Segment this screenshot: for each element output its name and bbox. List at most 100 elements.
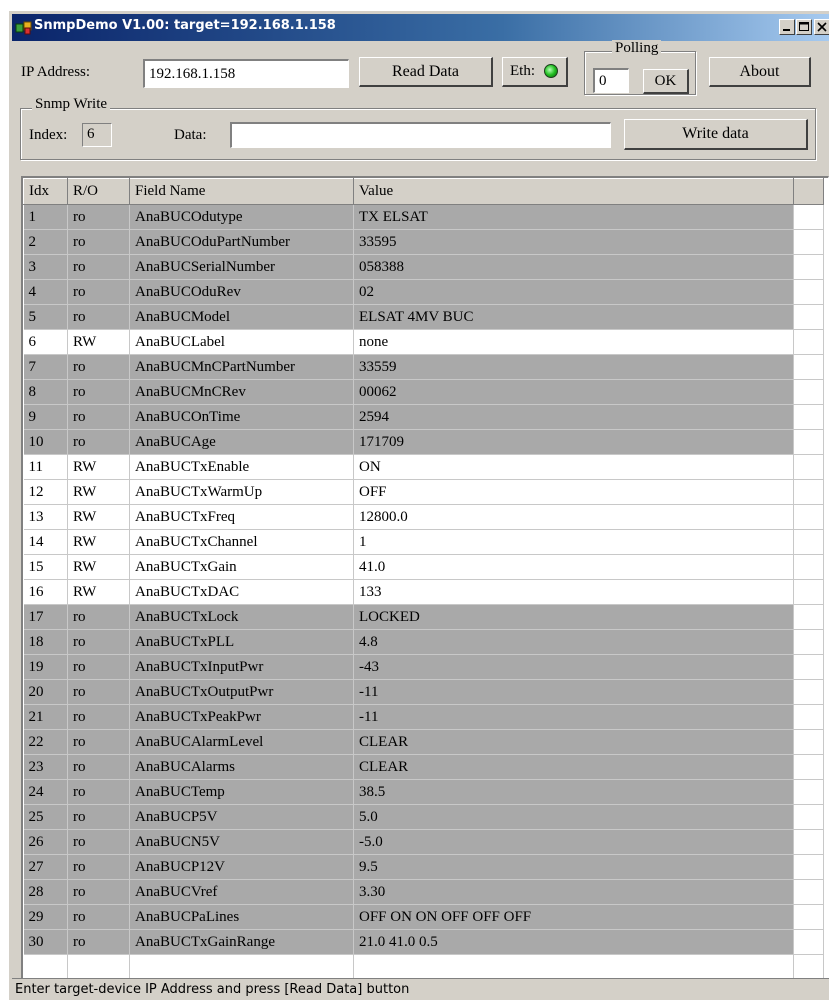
table-row[interactable]: 1 ro AnaBUCOdutype TX ELSAT [23, 204, 824, 230]
cell-value[interactable]: CLEAR [353, 729, 794, 755]
cell-field-name[interactable]: AnaBUCN5V [129, 829, 354, 855]
cell-idx[interactable]: 3 [23, 254, 68, 280]
table-row[interactable]: 9 ro AnaBUCOnTime 2594 [23, 404, 824, 430]
table-row[interactable]: 18 ro AnaBUCTxPLL 4.8 [23, 629, 824, 655]
cell-idx[interactable]: 15 [23, 554, 68, 580]
cell-value[interactable]: -11 [353, 704, 794, 730]
cell-field-name[interactable]: AnaBUCOdutype [129, 204, 354, 230]
cell-value[interactable]: LOCKED [353, 604, 794, 630]
cell-value[interactable]: 5.0 [353, 804, 794, 830]
cell-field-name[interactable]: AnaBUCTxInputPwr [129, 654, 354, 680]
cell-value[interactable]: 9.5 [353, 854, 794, 880]
cell-value[interactable]: 02 [353, 279, 794, 305]
cell-access[interactable]: ro [67, 604, 130, 630]
table-row[interactable]: 25 ro AnaBUCP5V 5.0 [23, 804, 824, 830]
cell-field-name[interactable]: AnaBUCSerialNumber [129, 254, 354, 280]
cell-value[interactable]: ELSAT 4MV BUC [353, 304, 794, 330]
cell-idx[interactable]: 29 [23, 904, 68, 930]
table-row[interactable]: 12 RW AnaBUCTxWarmUp OFF [23, 479, 824, 505]
cell-value[interactable]: OFF ON ON OFF OFF OFF [353, 904, 794, 930]
cell-value[interactable]: 33595 [353, 229, 794, 255]
cell-value[interactable]: -11 [353, 679, 794, 705]
table-row[interactable]: 14 RW AnaBUCTxChannel 1 [23, 529, 824, 555]
cell-idx[interactable]: 7 [23, 354, 68, 380]
cell-access[interactable]: ro [67, 279, 130, 305]
cell-field-name[interactable]: AnaBUCModel [129, 304, 354, 330]
cell-idx[interactable]: 28 [23, 879, 68, 905]
table-row[interactable]: 7 ro AnaBUCMnCPartNumber 33559 [23, 354, 824, 380]
cell-access[interactable]: RW [67, 329, 130, 355]
cell-access[interactable]: ro [67, 829, 130, 855]
cell-access[interactable]: ro [67, 379, 130, 405]
polling-ok-button[interactable]: OK [643, 69, 689, 94]
cell-value[interactable]: ON [353, 454, 794, 480]
cell-access[interactable]: ro [67, 429, 130, 455]
table-row[interactable]: 16 RW AnaBUCTxDAC 133 [23, 579, 824, 605]
cell-value[interactable]: 058388 [353, 254, 794, 280]
cell-idx[interactable]: 13 [23, 504, 68, 530]
cell-value[interactable]: -43 [353, 654, 794, 680]
data-grid[interactable]: Idx R/O Field Name Value 1 ro AnaBUCOdutyp… [21, 176, 829, 979]
cell-field-name[interactable]: AnaBUCP12V [129, 854, 354, 880]
cell-idx[interactable]: 16 [23, 579, 68, 605]
cell-field-name[interactable]: AnaBUCTxDAC [129, 579, 354, 605]
cell-field-name[interactable]: AnaBUCMnCPartNumber [129, 354, 354, 380]
cell-field-name[interactable]: AnaBUCTxLock [129, 604, 354, 630]
cell-field-name[interactable]: AnaBUCVref [129, 879, 354, 905]
cell-idx[interactable]: 9 [23, 404, 68, 430]
cell-access[interactable]: RW [67, 579, 130, 605]
cell-idx[interactable]: 19 [23, 654, 68, 680]
cell-access[interactable]: RW [67, 529, 130, 555]
cell-value[interactable]: 133 [353, 579, 794, 605]
cell-idx[interactable]: 18 [23, 629, 68, 655]
column-header-ro[interactable]: R/O [67, 178, 130, 205]
cell-access[interactable]: ro [67, 879, 130, 905]
cell-value[interactable]: -5.0 [353, 829, 794, 855]
table-row[interactable]: 24 ro AnaBUCTemp 38.5 [23, 779, 824, 805]
column-header-value[interactable]: Value [353, 178, 794, 205]
cell-idx[interactable]: 30 [23, 929, 68, 955]
cell-field-name[interactable]: AnaBUCTemp [129, 779, 354, 805]
table-row[interactable]: 26 ro AnaBUCN5V -5.0 [23, 829, 824, 855]
cell-field-name[interactable]: AnaBUCOduRev [129, 279, 354, 305]
cell-idx[interactable]: 4 [23, 279, 68, 305]
cell-idx[interactable]: 5 [23, 304, 68, 330]
cell-access[interactable]: ro [67, 729, 130, 755]
table-row[interactable]: 22 ro AnaBUCAlarmLevel CLEAR [23, 729, 824, 755]
read-data-button[interactable]: Read Data [359, 57, 493, 87]
cell-value[interactable]: 00062 [353, 379, 794, 405]
cell-access[interactable]: ro [67, 254, 130, 280]
cell-access[interactable]: ro [67, 704, 130, 730]
table-row[interactable]: 29 ro AnaBUCPaLines OFF ON ON OFF OFF OFF [23, 904, 824, 930]
cell-access[interactable]: ro [67, 754, 130, 780]
cell-access[interactable]: ro [67, 779, 130, 805]
table-row[interactable]: 10 ro AnaBUCAge 171709 [23, 429, 824, 455]
table-row[interactable]: 17 ro AnaBUCTxLock LOCKED [23, 604, 824, 630]
cell-access[interactable]: ro [67, 204, 130, 230]
cell-idx[interactable]: 24 [23, 779, 68, 805]
cell-field-name[interactable]: AnaBUCTxEnable [129, 454, 354, 480]
cell-field-name[interactable]: AnaBUCAge [129, 429, 354, 455]
cell-idx[interactable]: 8 [23, 379, 68, 405]
cell-access[interactable]: RW [67, 504, 130, 530]
column-header-idx[interactable]: Idx [23, 178, 68, 205]
cell-field-name[interactable]: AnaBUCOnTime [129, 404, 354, 430]
cell-access[interactable]: ro [67, 679, 130, 705]
polling-interval-input[interactable] [593, 68, 629, 93]
cell-field-name[interactable]: AnaBUCTxFreq [129, 504, 354, 530]
cell-field-name[interactable]: AnaBUCTxGainRange [129, 929, 354, 955]
table-row[interactable]: 8 ro AnaBUCMnCRev 00062 [23, 379, 824, 405]
cell-idx[interactable]: 23 [23, 754, 68, 780]
cell-access[interactable]: ro [67, 804, 130, 830]
table-row[interactable]: 27 ro AnaBUCP12V 9.5 [23, 854, 824, 880]
table-row[interactable]: 11 RW AnaBUCTxEnable ON [23, 454, 824, 480]
table-row[interactable]: 20 ro AnaBUCTxOutputPwr -11 [23, 679, 824, 705]
cell-access[interactable]: ro [67, 904, 130, 930]
cell-field-name[interactable]: AnaBUCOduPartNumber [129, 229, 354, 255]
cell-idx[interactable]: 21 [23, 704, 68, 730]
table-row[interactable]: 6 RW AnaBUCLabel none [23, 329, 824, 355]
cell-idx[interactable]: 20 [23, 679, 68, 705]
table-row[interactable]: 19 ro AnaBUCTxInputPwr -43 [23, 654, 824, 680]
cell-idx[interactable]: 2 [23, 229, 68, 255]
cell-field-name[interactable]: AnaBUCAlarms [129, 754, 354, 780]
